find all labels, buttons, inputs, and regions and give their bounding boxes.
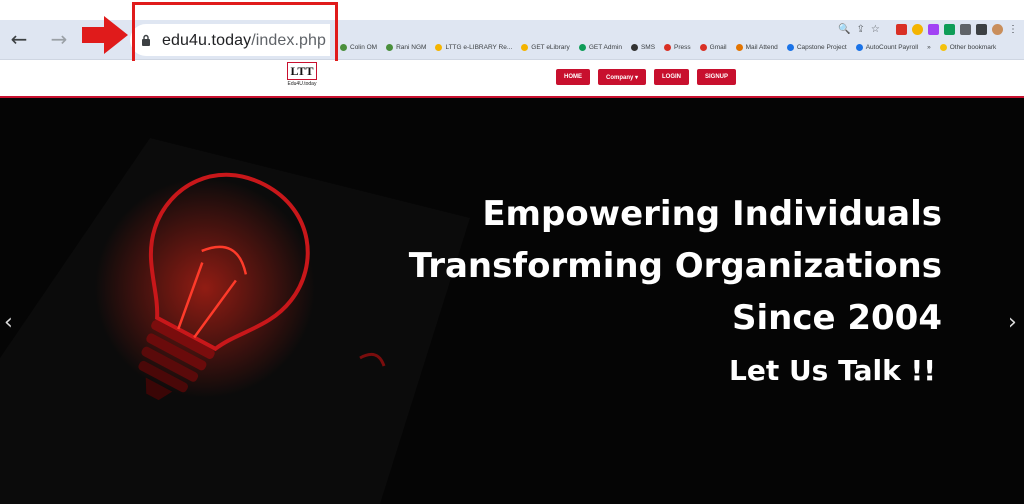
bookmark-item[interactable]: AutoCount Payroll — [855, 43, 919, 51]
bookmark-label: Gmail — [709, 43, 727, 51]
back-button[interactable]: ← — [8, 27, 30, 51]
bookmark-favicon-icon — [664, 43, 672, 51]
nav-item-company[interactable]: Company ▾ — [598, 69, 647, 85]
bookmark-item[interactable]: » — [927, 44, 931, 51]
puzzle-icon[interactable] — [960, 24, 971, 35]
bookmark-item[interactable]: Colin OM — [340, 43, 378, 51]
bookmark-label: Rani NGM — [396, 43, 427, 51]
forward-button[interactable]: → — [48, 27, 70, 51]
bookmark-item[interactable]: GET Admin — [578, 43, 622, 51]
bookmark-label: GET Admin — [588, 43, 622, 51]
extension-icon[interactable] — [944, 24, 955, 35]
chevron-right-icon: › — [1008, 310, 1017, 335]
bookmark-item[interactable]: Gmail — [699, 43, 727, 51]
bookmark-favicon-icon — [855, 43, 863, 51]
bookmark-favicon-icon — [735, 43, 743, 51]
carousel-prev-button[interactable]: ‹ — [4, 310, 13, 335]
bookmark-label: Mail Attend — [745, 43, 778, 51]
bookmark-label: Capstone Project — [796, 43, 847, 51]
back-arrow-icon: ← — [10, 27, 28, 51]
bookmark-label: Colin OM — [350, 43, 378, 51]
bookmark-favicon-icon — [939, 43, 947, 51]
hero-headline-1: Empowering Individuals — [482, 194, 942, 234]
bookmark-item[interactable]: Press — [664, 43, 691, 51]
omnibox-actions: 🔍 ⇪ ☆ — [838, 24, 880, 35]
bookmark-favicon-icon — [578, 43, 586, 51]
bookmark-favicon-icon — [699, 43, 707, 51]
bookmark-favicon-icon — [386, 43, 394, 51]
hero-headline-3: Since 2004 — [731, 298, 942, 338]
nav-item-signup[interactable]: SIGNUP — [697, 69, 737, 85]
nav-item-login[interactable]: LOGIN — [654, 69, 690, 85]
extension-icon[interactable] — [928, 24, 939, 35]
zoom-icon[interactable]: 🔍 — [838, 24, 850, 35]
extension-icons: ⋮ — [896, 24, 1018, 35]
bookmark-item[interactable]: GET eLibrary — [521, 43, 570, 51]
logo-caption: Edu4U.today — [287, 81, 317, 87]
carousel-next-button[interactable]: › — [1008, 310, 1017, 335]
bookmark-favicon-icon — [521, 43, 529, 51]
bookmark-label: AutoCount Payroll — [865, 43, 919, 51]
bookmark-label: » — [927, 43, 931, 51]
star-icon[interactable]: ☆ — [871, 24, 880, 35]
bookmark-label: SMS — [640, 43, 656, 51]
bookmark-label: Press — [674, 43, 691, 51]
bookmark-favicon-icon — [340, 43, 347, 51]
bookmark-favicon-icon — [435, 43, 443, 51]
lightbulb-image — [0, 138, 470, 504]
menu-kebab-icon[interactable]: ⋮ — [1008, 24, 1018, 35]
bookmark-favicon-icon — [630, 43, 638, 51]
hero-carousel: Empowering Individuals Transforming Orga… — [0, 98, 1024, 504]
site-header — [0, 61, 1024, 95]
site-logo[interactable]: LTT Edu4U.today — [284, 62, 320, 92]
share-icon[interactable]: ⇪ — [856, 24, 864, 35]
bookmark-label: GET eLibrary — [531, 43, 570, 51]
extension-icon[interactable] — [896, 24, 907, 35]
hero-cta-text: Let Us Talk !! — [728, 354, 936, 387]
hero-headline-2: Transforming Organizations — [408, 246, 942, 286]
nav-item-home[interactable]: HOME — [556, 69, 590, 85]
sidebar-icon[interactable] — [976, 24, 987, 35]
profile-avatar[interactable] — [992, 24, 1003, 35]
forward-arrow-icon: → — [50, 27, 68, 51]
bookmark-item[interactable]: SMS — [630, 43, 656, 51]
bookmark-item[interactable]: Rani NGM — [386, 43, 427, 51]
extension-icon[interactable] — [912, 24, 923, 35]
site-nav: HOME Company ▾ LOGIN SIGNUP — [556, 69, 737, 85]
bookmark-item[interactable]: Other bookmark — [939, 43, 997, 51]
bookmark-item[interactable]: Mail Attend — [735, 43, 778, 51]
bookmark-favicon-icon — [786, 43, 794, 51]
url-highlight-box — [132, 2, 338, 68]
logo-mark: LTT — [287, 62, 317, 80]
chevron-left-icon: ‹ — [4, 310, 13, 335]
bookmark-label: Other bookmark — [949, 43, 997, 51]
red-pointer-arrow-icon — [82, 16, 128, 54]
bookmark-item[interactable]: LTTG e-LIBRARY Re... — [435, 43, 513, 51]
bookmark-label: LTTG e-LIBRARY Re... — [445, 43, 513, 51]
bookmarks-bar: Colin OM Rani NGM LTTG e-LIBRARY Re... GET … — [340, 40, 996, 54]
bookmark-item[interactable]: Capstone Project — [786, 43, 847, 51]
